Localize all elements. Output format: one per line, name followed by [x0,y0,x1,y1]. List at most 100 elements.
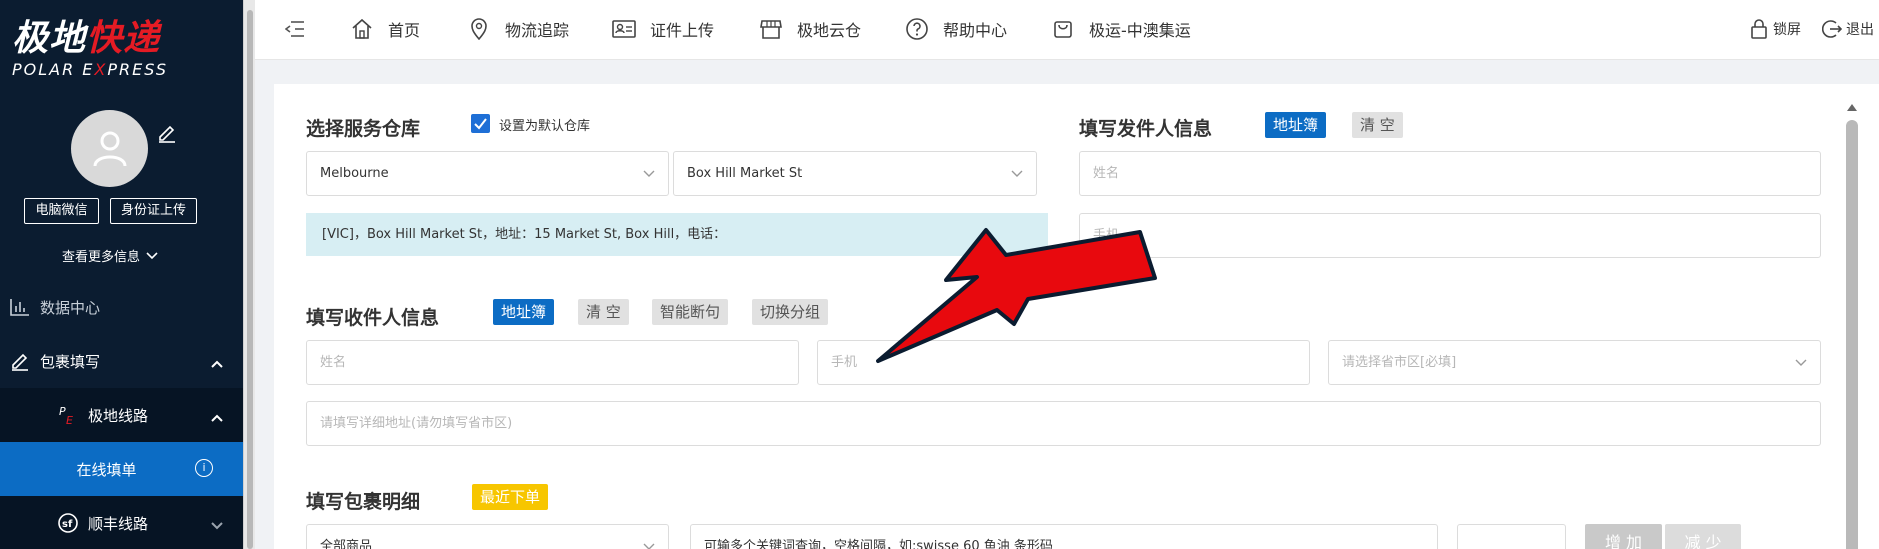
warehouse-title: 选择服务仓库 [306,118,421,140]
chevron-down-icon [146,249,158,264]
sender-phone-input[interactable]: 手机 [1079,213,1821,258]
nav-home[interactable]: 首页 [350,16,420,42]
chevron-down-icon [643,543,655,549]
content-scrollbar[interactable] [1845,96,1859,549]
sidebar-item-label: 极地线路 [88,406,149,425]
more-info-toggle[interactable]: 查看更多信息 [0,246,220,265]
receiver-name-input[interactable]: 姓名 [306,340,799,385]
svg-text:E: E [66,414,73,426]
scrollbar-thumb[interactable] [1846,120,1858,549]
receiver-address-book-button[interactable]: 地址簿 [493,299,555,325]
nav-label: 极运-中澳集运 [1089,21,1191,40]
scroll-up-icon[interactable] [1847,104,1857,111]
package-title: 填写包裹明细 [306,491,421,513]
sidebar: 极地快递 POLAR EXPRESS 电脑微信 身份证上传 查看更多信息 数据中… [0,0,243,549]
warehouse-branch-select[interactable]: Box Hill Market St [673,151,1037,196]
nav-label: 极地云仓 [797,21,862,40]
bar-chart-icon [8,295,32,319]
chevron-down-icon [1795,359,1807,366]
logout-icon [1822,20,1842,38]
scrollbar-thumb[interactable] [247,10,253,549]
avatar[interactable] [71,110,148,187]
sf-icon: sf [56,511,80,535]
sidebar-item-polar-route[interactable]: PE 极地线路 [0,388,243,442]
sidebar-scrollbar[interactable] [243,0,255,549]
logo-text-red: 快递 [86,18,161,59]
svg-text:P: P [59,405,66,418]
nav-help-center[interactable]: 帮助中心 [905,16,1007,42]
reduce-button[interactable]: 减 少 [1665,524,1741,549]
sender-clear-button[interactable]: 清 空 [1352,112,1403,138]
pencil-icon [8,349,32,373]
more-info-label: 查看更多信息 [61,250,140,265]
home-icon [350,17,374,41]
receiver-address-input[interactable]: 请填写详细地址(请勿填写省市区) [306,401,1821,446]
red-arrow-annotation [876,228,1157,363]
chevron-up-icon [211,354,223,372]
svg-text:sf: sf [62,519,73,530]
select-value: Melbourne [320,166,389,181]
warehouse-city-select[interactable]: Melbourne [306,151,669,196]
receiver-clear-button[interactable]: 清 空 [578,299,629,325]
select-placeholder: 请选择省市区[必填] [1342,355,1457,370]
sidebar-item-data-center[interactable]: 数据中心 [0,280,243,334]
store-icon [759,17,783,41]
nav-id-upload[interactable]: 证件上传 [612,16,714,42]
sidebar-item-sf-route[interactable]: sf 顺丰线路 [0,496,243,549]
nav-cn-au-shipping[interactable]: 极运-中澳集运 [1051,16,1191,42]
default-warehouse-label: 设置为默认仓库 [499,119,591,134]
help-icon [905,17,929,41]
select-value: 全部商品 [320,539,373,549]
receiver-title: 填写收件人信息 [306,307,440,329]
wechat-button[interactable]: 电脑微信 [24,198,99,224]
chevron-down-icon [643,170,655,177]
product-search-input[interactable]: 可输多个关键词查询，空格间隔，如:swisse 60 鱼油 条形码 [690,524,1438,549]
user-icon [93,131,126,166]
chevron-up-icon [211,408,223,426]
logout-label: 退出 [1846,22,1874,38]
recent-orders-button[interactable]: 最近下单 [472,484,549,510]
lock-screen-button[interactable]: 锁屏 [1749,18,1801,40]
lock-icon [1751,19,1767,39]
logo-text-white: 极地 [12,18,87,59]
nav-cloud-warehouse[interactable]: 极地云仓 [759,16,861,42]
nav-label: 首页 [388,21,421,40]
logo-en-1: POLAR E [12,60,95,79]
top-nav: 首页 物流追踪 证件上传 极地云仓 帮助中心 极运-中澳集运 锁屏 退出 [255,0,1879,60]
info-icon: i [195,459,213,477]
chevron-down-icon [1011,170,1023,177]
menu-toggle-icon[interactable] [285,20,305,38]
sidebar-item-online-form[interactable]: 在线填单 i [0,442,243,496]
default-warehouse-checkbox[interactable] [471,114,490,133]
add-button[interactable]: 增 加 [1585,524,1662,549]
sidebar-item-label: 顺丰线路 [88,514,149,533]
sidebar-item-package-fill[interactable]: 包裹填写 [0,334,243,388]
receiver-region-select[interactable]: 请选择省市区[必填] [1328,340,1821,385]
lock-label: 锁屏 [1773,22,1801,38]
nav-label: 证件上传 [650,21,715,40]
sender-title: 填写发件人信息 [1079,118,1213,140]
location-pin-icon [467,17,491,41]
sidebar-item-label: 数据中心 [40,298,101,317]
logo-en-2: PRESS [107,60,169,79]
select-value: Box Hill Market St [687,166,803,181]
logo-en-x: X [94,60,108,79]
bag-icon [1051,17,1075,41]
id-upload-button[interactable]: 身份证上传 [110,198,197,224]
sidebar-item-label: 在线填单 [76,460,137,479]
edit-profile-icon[interactable] [156,122,178,144]
nav-tracking[interactable]: 物流追踪 [467,16,569,42]
brand-logo[interactable]: 极地快递 POLAR EXPRESS [12,20,212,90]
logout-button[interactable]: 退出 [1822,18,1874,40]
sender-name-input[interactable]: 姓名 [1079,151,1821,196]
switch-group-button[interactable]: 切换分组 [752,299,829,325]
product-category-select[interactable]: 全部商品 [306,524,669,549]
polar-express-icon: PE [56,403,80,427]
smart-split-button[interactable]: 智能断句 [652,299,729,325]
nav-label: 帮助中心 [943,21,1008,40]
check-icon [474,118,487,130]
id-card-icon [612,17,636,41]
sender-address-book-button[interactable]: 地址簿 [1265,112,1327,138]
quantity-input[interactable] [1457,524,1566,549]
chevron-down-icon [211,516,223,534]
